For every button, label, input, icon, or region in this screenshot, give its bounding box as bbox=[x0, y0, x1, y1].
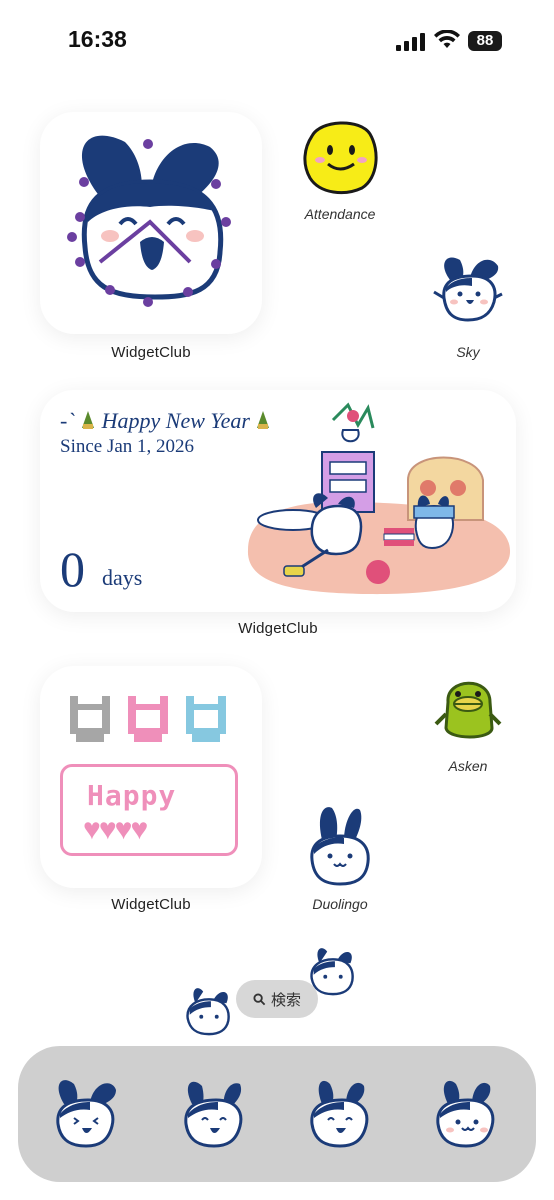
duolingo-app-icon[interactable] bbox=[300, 800, 380, 890]
cellular-signal-icon bbox=[396, 33, 425, 51]
character-widget[interactable] bbox=[40, 112, 262, 334]
day-count: 0 bbox=[60, 541, 85, 597]
mimitchi-sticker-icon bbox=[186, 988, 230, 1036]
attendance-app-icon[interactable] bbox=[300, 116, 380, 196]
pine-decoration-icon bbox=[80, 410, 96, 430]
duolingo-app-label: Duolingo bbox=[312, 896, 368, 912]
mimitchi-sparkle-icon bbox=[67, 135, 231, 307]
day-unit: days bbox=[102, 565, 143, 590]
asken-app-icon[interactable] bbox=[428, 666, 508, 746]
dock-app-4-icon[interactable] bbox=[426, 1072, 506, 1152]
pixel-hearts-icon: ♥♥♥♥ bbox=[83, 813, 148, 846]
sky-app-icon[interactable] bbox=[428, 250, 508, 330]
sky-app-label: Sky bbox=[456, 344, 480, 360]
dock bbox=[18, 1046, 536, 1182]
search-icon bbox=[253, 992, 266, 1005]
spotlight-search-button[interactable]: 検索 bbox=[236, 980, 318, 1018]
newyear-title: Happy New Year bbox=[101, 408, 250, 433]
asken-app-label: Asken bbox=[448, 758, 488, 774]
status-time: 16:38 bbox=[68, 26, 127, 52]
dock-app-1-icon[interactable] bbox=[46, 1072, 126, 1152]
cleaning-room-illustration bbox=[247, 402, 511, 595]
happy-text: Happy bbox=[87, 779, 177, 812]
pixel-characters-icon bbox=[70, 696, 226, 742]
dock-app-2-icon[interactable] bbox=[174, 1072, 254, 1152]
widget-label: WidgetClub bbox=[111, 344, 191, 361]
battery-indicator: 88 bbox=[468, 31, 502, 51]
widget-label: WidgetClub bbox=[238, 620, 318, 637]
wifi-icon bbox=[434, 30, 460, 48]
search-label: 検索 bbox=[270, 991, 301, 1009]
newyear-since: Since Jan 1, 2026 bbox=[60, 436, 195, 457]
happy-box: Happy ♥♥♥♥ bbox=[60, 764, 238, 856]
widget-label: WidgetClub bbox=[111, 896, 191, 913]
attendance-app-label: Attendance bbox=[304, 206, 376, 222]
dock-app-3-icon[interactable] bbox=[300, 1072, 380, 1152]
newyear-prefix: -` bbox=[60, 408, 81, 433]
